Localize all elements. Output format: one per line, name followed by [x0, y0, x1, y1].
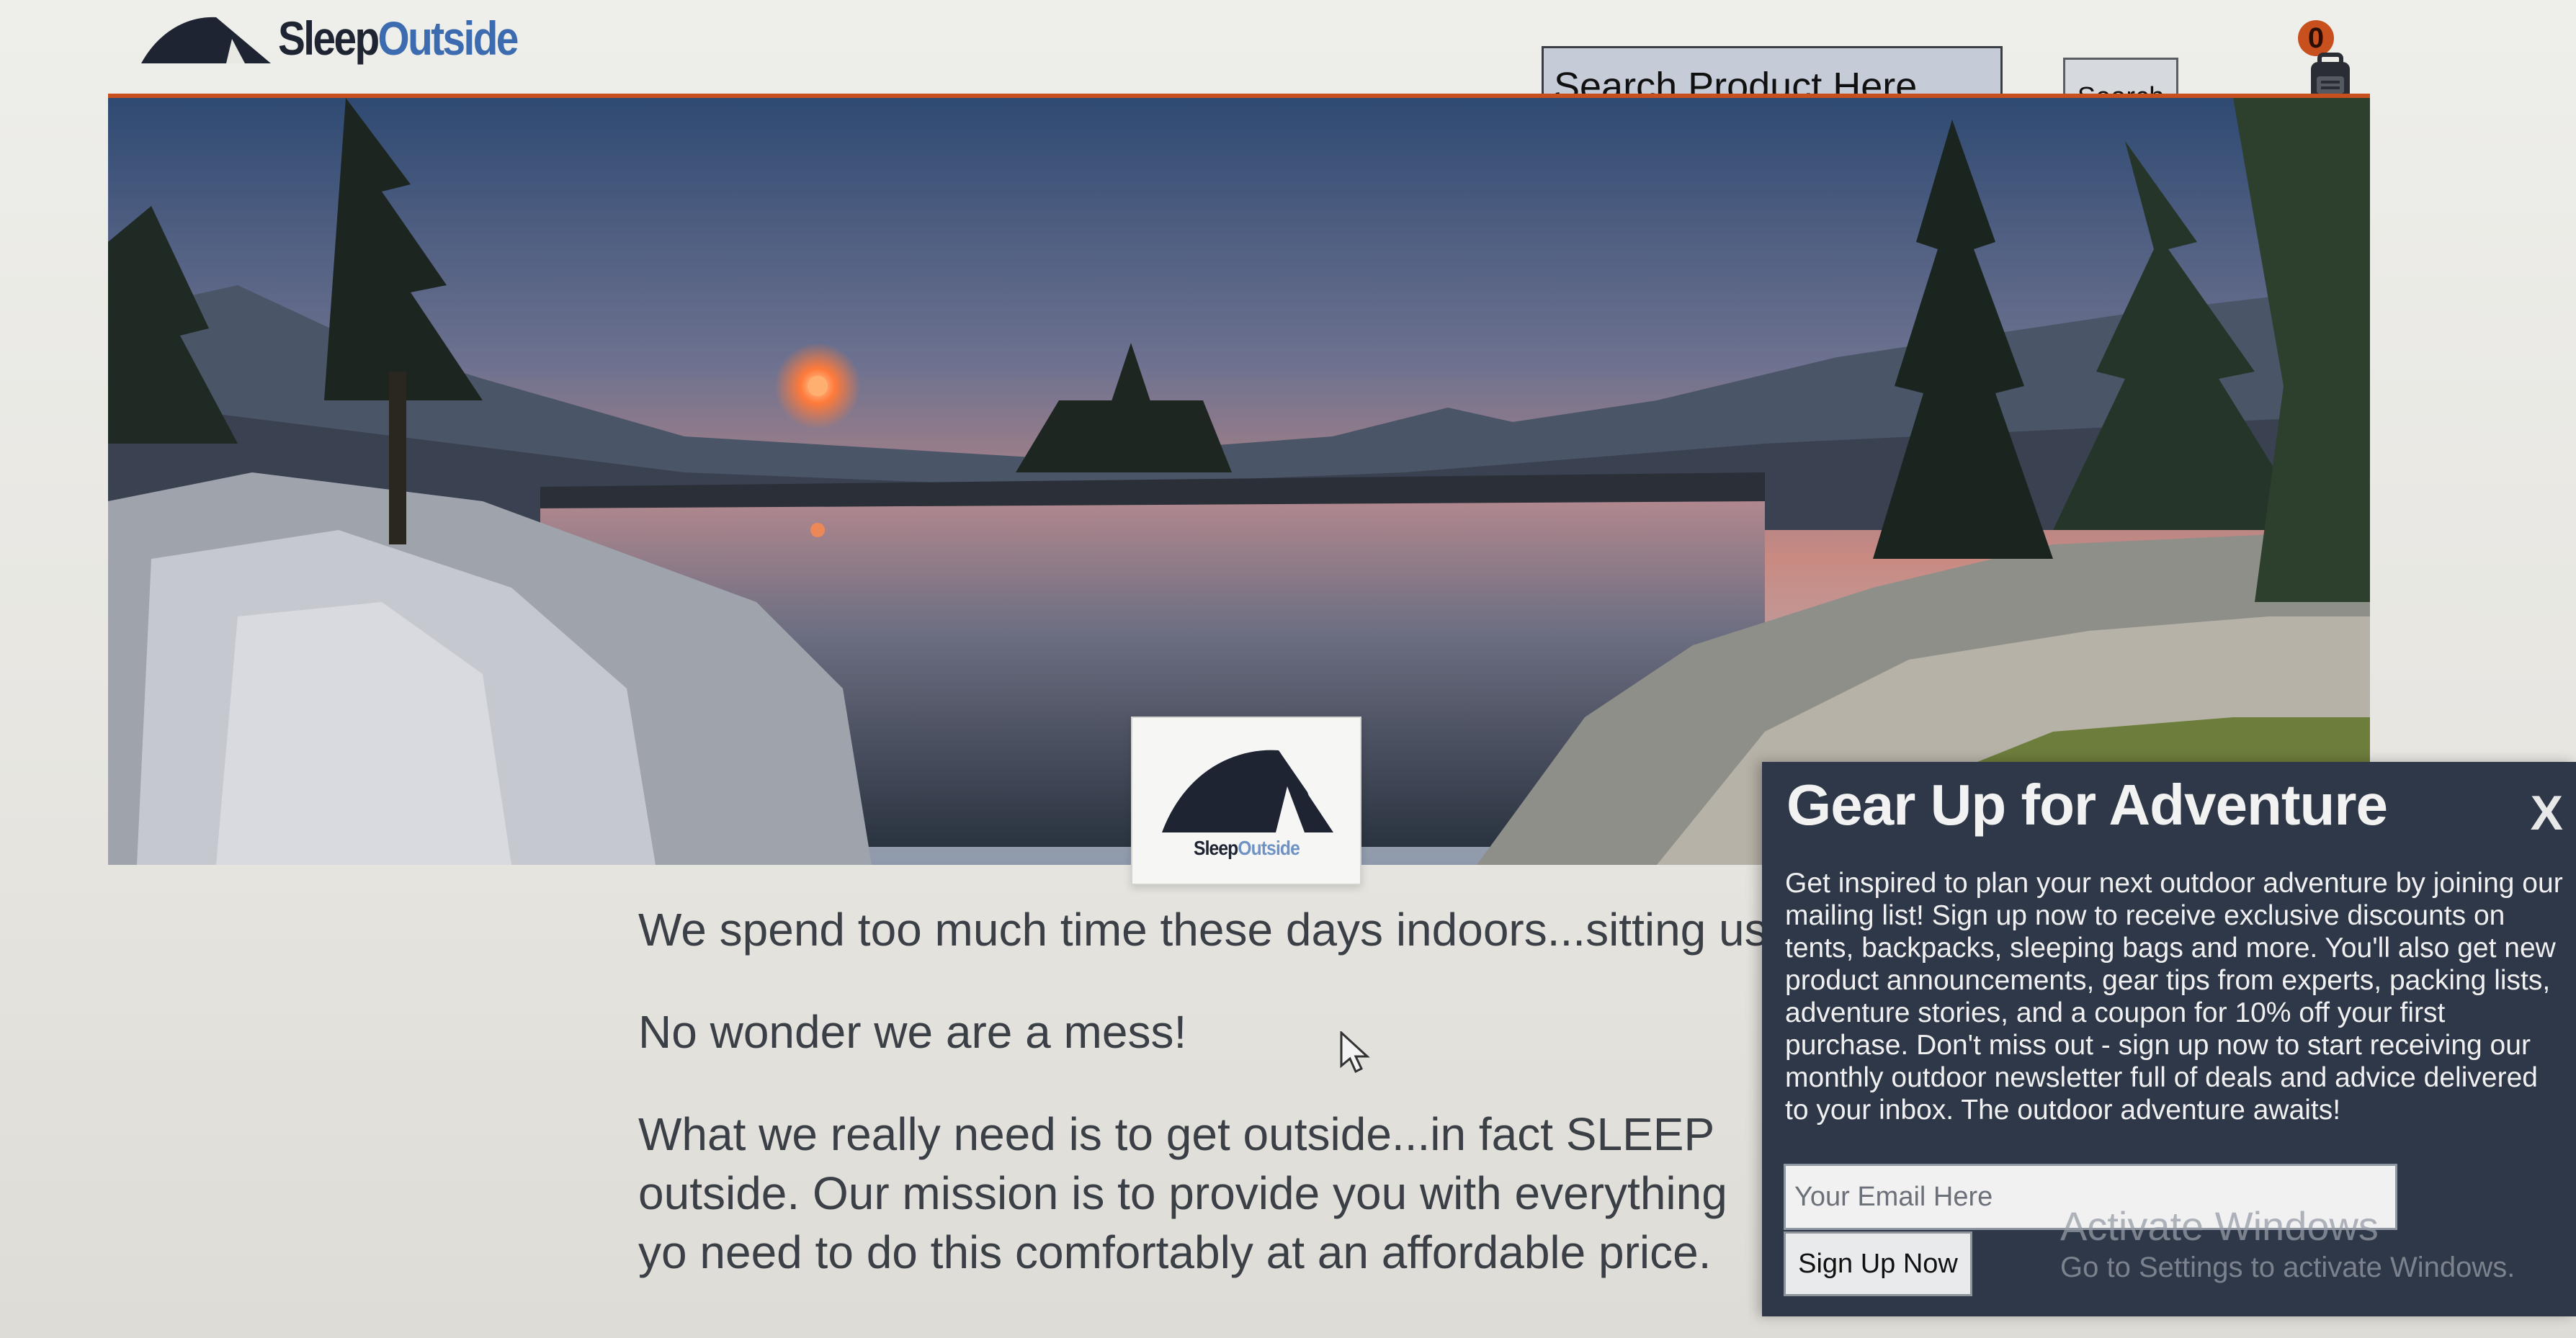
logo-word-outside: Outside: [377, 12, 519, 65]
tent-logo-icon: [141, 17, 271, 63]
page: SleepOutside Search 0: [0, 0, 2576, 1338]
badge-logo-text: SleepOutside: [1194, 837, 1300, 860]
site-logo[interactable]: SleepOutside: [137, 0, 556, 66]
intro-paragraph: We spend too much time these days indoor…: [638, 904, 1794, 956]
mess-paragraph: No wonder we are a mess!: [638, 1006, 1187, 1058]
mission-paragraph: What we really need is to get outside...…: [638, 1108, 1727, 1278]
close-button[interactable]: X: [2531, 785, 2563, 841]
activate-windows-watermark: Activate Windows Go to Settings to activ…: [2060, 1204, 2515, 1286]
sign-up-button[interactable]: Sign Up Now: [1784, 1231, 1972, 1296]
cart-count-badge: 0: [2298, 20, 2334, 56]
mission-copy: We spend too much time these days indoor…: [638, 900, 1794, 1325]
tent-logo-icon: [1162, 750, 1333, 832]
hero-logo-badge: SleepOutside: [1131, 717, 1361, 885]
logo-word-sleep: Sleep: [278, 12, 380, 65]
badge-word-sleep: Sleep: [1193, 837, 1238, 859]
mouse-pointer-icon: [1340, 1031, 1370, 1074]
logo-text: SleepOutside: [278, 12, 519, 65]
modal-title: Gear Up for Adventure: [1786, 773, 2388, 837]
watermark-title: Activate Windows: [2060, 1203, 2379, 1249]
badge-word-outside: Outside: [1237, 837, 1300, 859]
watermark-subtitle: Go to Settings to activate Windows.: [2060, 1252, 2515, 1283]
modal-description: Get inspired to plan your next outdoor a…: [1785, 868, 2563, 1126]
